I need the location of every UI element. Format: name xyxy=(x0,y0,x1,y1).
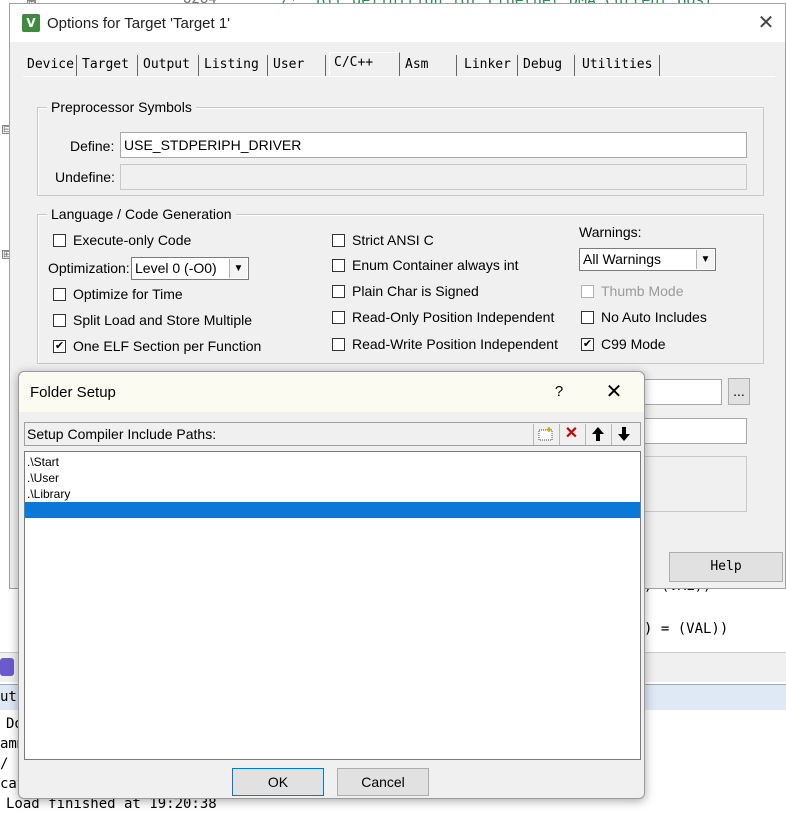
enum-container-label: Enum Container always int xyxy=(352,257,519,273)
c99-mode-checkbox[interactable]: ✔ xyxy=(581,338,594,351)
options-titlebar: V Options for Target 'Target 1' ✕ xyxy=(10,4,785,42)
ok-button[interactable]: OK xyxy=(232,768,324,796)
thumb-mode-checkbox[interactable] xyxy=(581,285,594,298)
delete-icon[interactable]: ✕ xyxy=(559,424,583,445)
help-icon[interactable]: ? xyxy=(551,381,567,403)
include-paths-label: Setup Compiler Include Paths: xyxy=(27,426,217,442)
move-up-icon[interactable] xyxy=(585,424,609,445)
optimization-select[interactable]: Level 0 (-O0) ▼ xyxy=(131,257,249,280)
chevron-down-icon[interactable]: ▼ xyxy=(696,250,714,269)
close-icon[interactable]: ✕ xyxy=(601,380,627,404)
split-load-label: Split Load and Store Multiple xyxy=(73,312,252,328)
dialog-title: Options for Target 'Target 1' xyxy=(47,15,231,32)
split-load-checkbox[interactable] xyxy=(53,314,66,327)
plain-char-checkbox[interactable] xyxy=(332,285,345,298)
plain-char-label: Plain Char is Signed xyxy=(352,283,479,299)
no-auto-includes-checkbox[interactable] xyxy=(581,311,594,324)
define-label: Define: xyxy=(70,138,115,154)
rw-position-checkbox[interactable] xyxy=(332,338,345,351)
tab-panel-border xyxy=(23,76,775,77)
tab-linker[interactable]: Linker xyxy=(460,55,518,77)
optimize-time-checkbox[interactable] xyxy=(53,288,66,301)
cancel-button[interactable]: Cancel xyxy=(337,768,429,796)
list-item-selected[interactable] xyxy=(25,502,640,518)
build-icon[interactable] xyxy=(0,658,14,676)
tab-debug[interactable]: Debug xyxy=(519,55,575,77)
warnings-label: Warnings: xyxy=(579,224,642,240)
tab-c-cpp[interactable]: C/C++ xyxy=(329,52,400,77)
strict-ansi-checkbox[interactable] xyxy=(332,234,345,247)
tab-target[interactable]: Target xyxy=(78,55,138,77)
folder-setup-dialog: Folder Setup ? ✕ Setup Compiler Include … xyxy=(18,371,645,799)
list-item[interactable]: .\Start xyxy=(25,454,640,470)
groupbox-title: Language / Code Generation xyxy=(47,206,236,222)
include-paths-list[interactable]: .\Start .\User .\Library xyxy=(24,451,641,760)
include-paths-header: Setup Compiler Include Paths: ✕ xyxy=(24,422,641,446)
tab-bar: Device Target Output Listing User C/C++ … xyxy=(23,52,763,77)
move-down-icon[interactable] xyxy=(611,424,635,445)
strict-ansi-label: Strict ANSI C xyxy=(352,232,434,248)
close-icon[interactable]: ✕ xyxy=(753,10,779,36)
warnings-select[interactable]: All Warnings ▼ xyxy=(579,248,716,271)
define-input[interactable]: USE_STDPERIPH_DRIVER xyxy=(120,132,747,158)
language-code-generation-group: Language / Code Generation Execute-only … xyxy=(37,206,764,364)
warnings-value: All Warnings xyxy=(583,251,662,267)
list-item[interactable]: .\Library xyxy=(25,486,640,502)
undefine-label: Undefine: xyxy=(55,169,115,185)
tab-asm[interactable]: Asm xyxy=(401,55,457,77)
ro-position-checkbox[interactable] xyxy=(332,311,345,324)
groupbox-title: Preprocessor Symbols xyxy=(47,99,196,115)
help-button[interactable]: Help xyxy=(669,552,783,582)
one-elf-checkbox[interactable]: ✔ xyxy=(53,340,66,353)
one-elf-label: One ELF Section per Function xyxy=(73,338,262,354)
browse-button[interactable]: ... xyxy=(728,378,750,405)
new-folder-icon[interactable] xyxy=(533,424,557,445)
rw-position-label: Read-Write Position Independent xyxy=(352,336,558,352)
execute-only-checkbox[interactable] xyxy=(53,234,66,247)
tab-listing[interactable]: Listing xyxy=(200,55,268,77)
tab-utilities[interactable]: Utilities xyxy=(578,55,660,77)
dialog-title: Folder Setup xyxy=(30,384,116,401)
chevron-down-icon[interactable]: ▼ xyxy=(229,259,247,278)
undefine-input[interactable] xyxy=(120,164,747,190)
keil-app-icon: V xyxy=(22,14,40,32)
execute-only-label: Execute-only Code xyxy=(73,232,192,248)
preprocessor-symbols-group: Preprocessor Symbols Define: USE_STDPERI… xyxy=(37,99,764,196)
optimization-value: Level 0 (-O0) xyxy=(135,260,217,276)
ro-position-label: Read-Only Position Independent xyxy=(352,309,555,325)
code-line-fragment: ) = (VAL)) xyxy=(644,621,729,637)
tab-output[interactable]: Output xyxy=(139,55,199,77)
tab-device[interactable]: Device xyxy=(23,55,77,77)
enum-container-checkbox[interactable] xyxy=(332,259,345,272)
folder-setup-titlebar: Folder Setup ? ✕ xyxy=(19,372,644,412)
list-item[interactable]: .\User xyxy=(25,470,640,486)
optimize-time-label: Optimize for Time xyxy=(73,286,183,302)
c99-mode-label: C99 Mode xyxy=(601,336,666,352)
thumb-mode-label: Thumb Mode xyxy=(601,283,684,299)
tab-user[interactable]: User xyxy=(269,55,326,77)
no-auto-includes-label: No Auto Includes xyxy=(601,309,707,325)
optimization-label: Optimization: xyxy=(48,260,130,276)
